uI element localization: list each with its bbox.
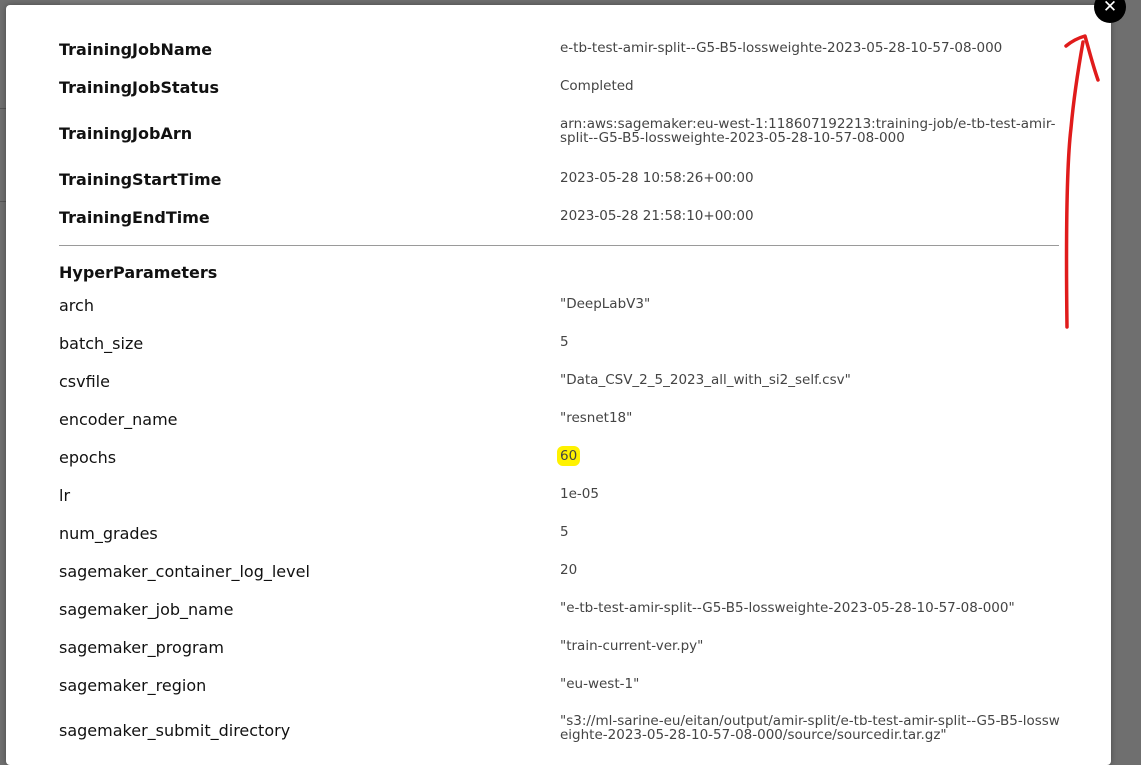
field-value: 2023-05-28 10:58:26+00:00 — [560, 170, 754, 186]
param-value: 1e-05 — [560, 486, 599, 502]
param-value: "resnet18" — [560, 410, 633, 426]
hyperparameters-heading: HyperParameters — [59, 263, 218, 282]
field-label: TrainingStartTime — [59, 170, 222, 189]
field-label: TrainingJobStatus — [59, 78, 219, 97]
param-value: "eu-west-1" — [560, 676, 640, 692]
field-value: Completed — [560, 78, 634, 94]
param-label: sagemaker_submit_directory — [59, 721, 291, 740]
param-value: "train-current-ver.py" — [560, 638, 704, 654]
param-value: 60 — [557, 446, 1060, 466]
field-label: TrainingJobArn — [59, 124, 193, 143]
param-value: 5 — [560, 334, 569, 350]
field-value: e-tb-test-amir-split--G5-B5-lossweighte-… — [560, 40, 1003, 56]
param-label: csvfile — [59, 372, 110, 391]
param-label: sagemaker_region — [59, 676, 207, 695]
param-label: epochs — [59, 448, 117, 467]
param-label: sagemaker_container_log_level — [59, 562, 310, 581]
field-label: TrainingJobName — [59, 40, 213, 59]
param-label: batch_size — [59, 334, 144, 353]
param-label: arch — [59, 296, 94, 315]
highlighted-value: 60 — [557, 446, 581, 466]
field-value: 2023-05-28 21:58:10+00:00 — [560, 208, 754, 224]
param-value: 5 — [560, 524, 569, 540]
param-value: "s3://ml-sarine-eu/eitan/output/amir-spl… — [560, 713, 1060, 743]
param-value: 20 — [560, 562, 578, 578]
field-value: arn:aws:sagemaker:eu-west-1:118607192213… — [560, 116, 1056, 146]
param-label: num_grades — [59, 524, 158, 543]
param-label: lr — [59, 486, 71, 505]
training-job-details-modal: TrainingJobName e-tb-test-amir-split--G5… — [6, 5, 1111, 765]
param-label: sagemaker_job_name — [59, 600, 234, 619]
param-label: sagemaker_program — [59, 638, 224, 657]
section-divider — [59, 245, 1059, 246]
param-value: "DeepLabV3" — [560, 296, 651, 312]
param-label: encoder_name — [59, 410, 178, 429]
field-label: TrainingEndTime — [59, 208, 210, 227]
param-value: "e-tb-test-amir-split--G5-B5-lossweighte… — [560, 600, 1015, 616]
param-value: "Data_CSV_2_5_2023_all_with_si2_self.csv… — [560, 372, 851, 388]
